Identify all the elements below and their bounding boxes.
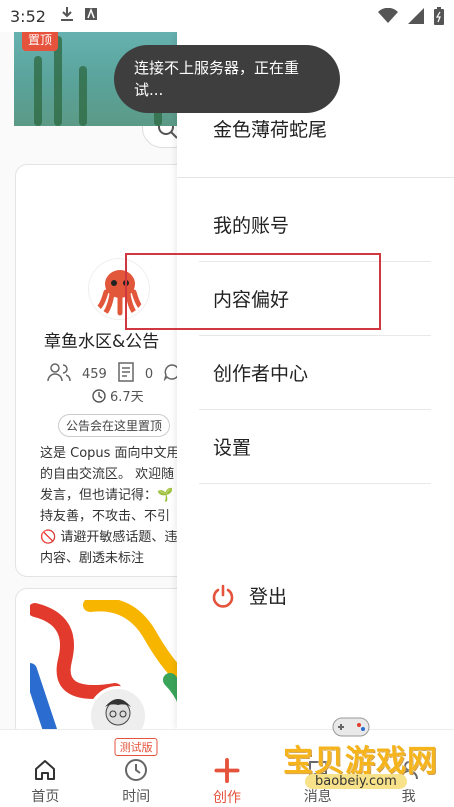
posts-count: 0 — [144, 366, 154, 382]
logout-label: 登出 — [249, 586, 288, 608]
nav-profile[interactable]: 我 — [363, 730, 454, 807]
description-line: 🚫 请避开敏感话题、违 — [40, 530, 178, 545]
posts-icon — [117, 362, 135, 386]
plus-icon — [214, 758, 240, 783]
status-time: 3:52 — [10, 6, 46, 26]
power-icon — [212, 584, 234, 608]
battery-icon — [434, 7, 444, 25]
menu-item-settings[interactable]: 设置 — [199, 410, 431, 484]
clock-small-icon — [92, 388, 106, 403]
drawer-username[interactable]: 金色薄荷蛇尾 — [213, 115, 327, 142]
profile-icon — [399, 761, 418, 780]
announcement-tag: 公告会在这里置顶 — [58, 414, 171, 437]
status-bar: 3:52 — [0, 0, 454, 32]
nav-time[interactable]: 测试版 时间 — [91, 730, 182, 807]
card-title: 章鱼水区&公告 — [44, 332, 160, 352]
nav-time-label: 时间 — [122, 789, 151, 805]
app-screen: 3:52 置顶 章鱼水区&公告 459 0 6.7天 公告会在这里置顶 这是 C… — [0, 0, 454, 807]
highlight-box — [125, 253, 381, 330]
description-line: 的自由交流区。 欢迎随 — [40, 467, 175, 482]
nav-messages-label: 消息 — [303, 789, 332, 805]
description-line: 这是 Copus 面向中文用 — [40, 446, 180, 461]
nav-create-label: 创作 — [212, 790, 241, 806]
message-icon — [308, 761, 327, 781]
card-description: 这是 Copus 面向中文用 的自由交流区。 欢迎随 发言，但也请记得：🌱 持友… — [40, 443, 180, 565]
members-icon — [46, 362, 72, 386]
clock-icon — [125, 759, 148, 781]
signal-icon — [408, 8, 424, 24]
download-icon — [60, 6, 74, 26]
wifi-icon — [378, 8, 398, 23]
menu-item-my-account[interactable]: 我的账号 — [199, 188, 431, 262]
duration-value: 6.7天 — [110, 390, 144, 405]
nav-create[interactable]: 创作 — [182, 730, 273, 807]
menu-item-creator-center[interactable]: 创作者中心 — [199, 336, 431, 410]
side-drawer: 金色薄荷蛇尾 我的账号 内容偏好 创作者中心 设置 登出 — [177, 32, 454, 729]
description-line: 内容、剧透未标注 — [40, 551, 145, 565]
nav-home-label: 首页 — [31, 789, 60, 805]
description-line: 持友善，不攻击、不引 — [40, 509, 171, 524]
status-right — [378, 7, 444, 25]
card-duration: 6.7天 — [92, 386, 144, 405]
description-line: 发言，但也请记得：🌱 — [40, 488, 174, 503]
beta-badge: 测试版 — [114, 738, 158, 756]
nav-messages[interactable]: 消息 — [272, 730, 363, 807]
logout-button[interactable]: 登出 — [211, 582, 287, 609]
members-count: 459 — [82, 366, 107, 382]
app-notification-icon — [84, 7, 98, 25]
connection-toast: 连接不上服务器，正在重试... — [114, 45, 340, 113]
nav-profile-label: 我 — [401, 789, 416, 805]
bottom-nav: 首页 测试版 时间 创作 消息 我 — [0, 729, 454, 807]
nav-home[interactable]: 首页 — [0, 730, 91, 807]
home-icon — [35, 760, 56, 780]
